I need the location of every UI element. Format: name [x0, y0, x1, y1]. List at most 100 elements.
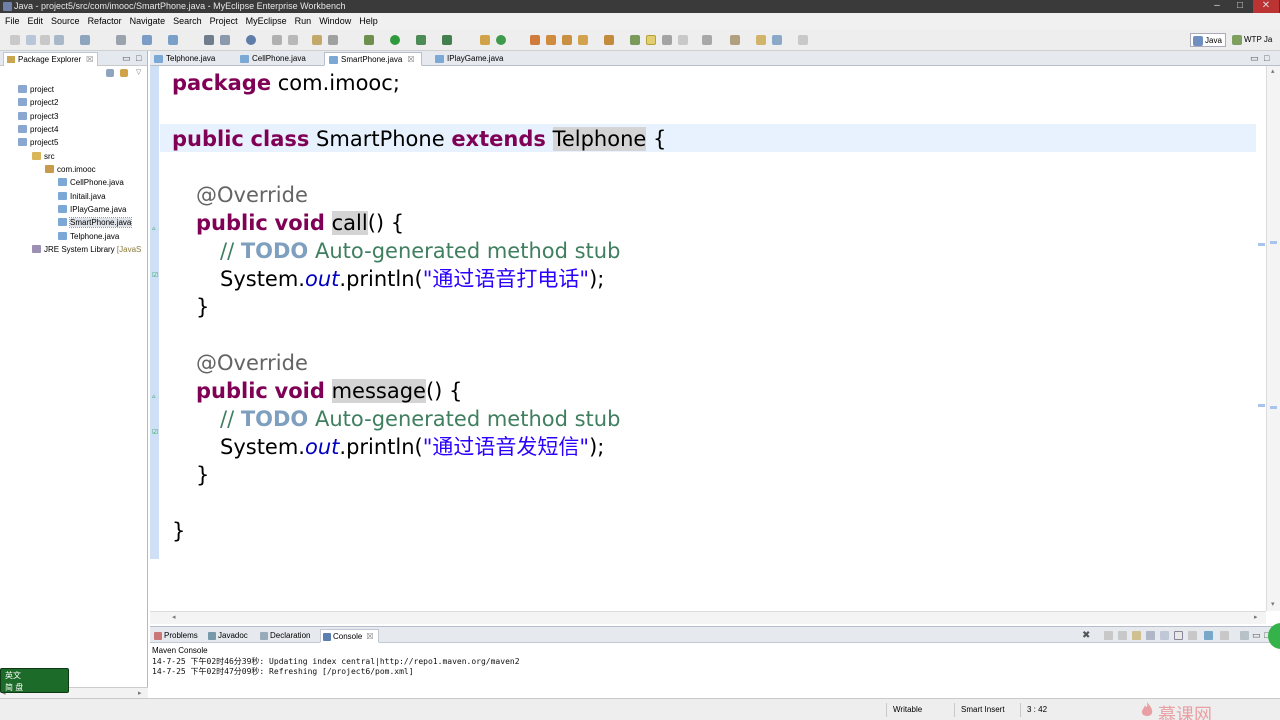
overview-marker[interactable] [1258, 243, 1265, 246]
tree-item-telphone-java[interactable]: Telphone.java [50, 230, 119, 243]
assist-bubble-icon[interactable] [1268, 623, 1280, 649]
perspective-wtp[interactable]: WTP Ja [1230, 33, 1275, 47]
new-icon[interactable] [10, 35, 20, 45]
view-menu-icon[interactable]: ▽ [136, 68, 141, 76]
menu-search[interactable]: Search [169, 13, 206, 29]
forward-icon[interactable] [798, 35, 808, 45]
menu-navigate[interactable]: Navigate [126, 13, 170, 29]
show-console-icon[interactable] [1174, 631, 1183, 640]
open-browser-icon[interactable] [168, 35, 178, 45]
previous-annotation-icon[interactable] [730, 35, 740, 45]
editor-horizontal-scrollbar[interactable]: ◂ ▸ [150, 611, 1266, 624]
back-icon[interactable] [772, 35, 782, 45]
minimize-view-icon[interactable]: ▭ [122, 53, 131, 64]
open-console-icon[interactable] [1220, 631, 1229, 640]
show-whitespace-icon[interactable] [678, 35, 688, 45]
tree-item-project[interactable]: project [10, 83, 54, 96]
search-icon[interactable] [328, 35, 338, 45]
tree-item-jre-library[interactable]: JRE System Library [JavaS [24, 243, 141, 256]
clear-console-icon[interactable] [1132, 631, 1141, 640]
tab-console[interactable]: Console ☒ [320, 629, 379, 643]
minimize-button[interactable]: – [1206, 0, 1228, 13]
tree-item-cellphone-java[interactable]: CellPhone.java [50, 176, 124, 189]
external-tools-icon[interactable] [442, 35, 452, 45]
tree-item-src[interactable]: src [24, 150, 55, 163]
ime-indicator[interactable]: 英文 简 盘 [0, 668, 69, 693]
last-edit-location-icon[interactable] [756, 35, 766, 45]
menu-edit[interactable]: Edit [24, 13, 48, 29]
tab-smartphone-java[interactable]: SmartPhone.java ☒ [324, 52, 422, 66]
menu-run[interactable]: Run [291, 13, 316, 29]
overview-ruler[interactable] [1258, 66, 1266, 611]
run-icon[interactable] [390, 35, 400, 45]
tree-item-project3[interactable]: project3 [10, 110, 58, 123]
minimize-editor-icon[interactable]: ▭ [1250, 53, 1259, 64]
scroll-up-icon[interactable]: ▴ [1271, 67, 1275, 75]
remove-launch-icon[interactable] [1104, 631, 1113, 640]
menu-file[interactable]: File [0, 13, 24, 29]
menu-help[interactable]: Help [355, 13, 382, 29]
tree-item-project4[interactable]: project4 [10, 123, 58, 136]
menu-window[interactable]: Window [315, 13, 355, 29]
override-marker-icon[interactable]: ▵ [152, 393, 159, 400]
override-marker-icon[interactable]: ▵ [152, 225, 159, 232]
menu-myeclipse[interactable]: MyEclipse [242, 13, 291, 29]
close-window-button[interactable]: ✕ [1253, 0, 1279, 13]
editor-vertical-scrollbar[interactable]: ▴ ▾ [1266, 66, 1280, 611]
open-type-icon[interactable] [204, 35, 214, 45]
menu-refactor[interactable]: Refactor [84, 13, 126, 29]
debug-icon[interactable] [364, 35, 374, 45]
maximize-editor-icon[interactable]: □ [1264, 53, 1269, 63]
open-task-icon[interactable] [562, 35, 572, 45]
new-project-icon[interactable] [80, 35, 90, 45]
scroll-down-icon[interactable]: ▾ [1271, 600, 1275, 608]
save-all-icon[interactable] [40, 35, 50, 45]
scroll-right-icon[interactable]: ▸ [138, 689, 142, 697]
package-icon[interactable] [312, 35, 322, 45]
close-icon[interactable]: ☒ [86, 55, 93, 64]
save-icon[interactable] [26, 35, 36, 45]
tree-item-project2[interactable]: project2 [10, 96, 58, 109]
toggle-mark-occurrences-icon[interactable] [630, 35, 640, 45]
display-console-icon[interactable] [1204, 631, 1213, 640]
tab-declaration[interactable]: Declaration [258, 629, 310, 643]
open-type-hierarchy-icon[interactable] [530, 35, 540, 45]
next-annotation-icon[interactable] [702, 35, 712, 45]
tab-telphone-java[interactable]: Telphone.java [150, 52, 215, 66]
tree-item-iplaygame-java[interactable]: IPlayGame.java [50, 203, 126, 216]
close-icon[interactable]: ☒ [407, 55, 414, 64]
highlight-icon[interactable] [646, 35, 656, 45]
maximize-button[interactable]: □ [1229, 0, 1251, 13]
deploy-icon[interactable] [142, 35, 152, 45]
minimize-view-icon[interactable]: ▭ [1252, 630, 1261, 641]
server-icon[interactable] [116, 35, 126, 45]
remove-all-icon[interactable] [1118, 631, 1127, 640]
close-icon[interactable]: ☒ [366, 632, 373, 641]
tab-problems[interactable]: Problems [152, 629, 198, 643]
word-wrap-icon[interactable] [1160, 631, 1169, 640]
open-resource-icon[interactable] [546, 35, 556, 45]
block-selection-icon[interactable] [662, 35, 672, 45]
tab-package-explorer[interactable]: Package Explorer ☒ [3, 52, 99, 66]
globe-icon[interactable] [246, 35, 256, 45]
print-icon[interactable] [54, 35, 64, 45]
new-class-icon[interactable] [220, 35, 230, 45]
tree-item-initail-java[interactable]: Initail.java [50, 190, 106, 203]
terminate-icon[interactable]: ✖ [1082, 630, 1090, 641]
overview-marker[interactable] [1258, 404, 1265, 407]
run-last-icon[interactable] [416, 35, 426, 45]
maximize-view-icon[interactable]: □ [136, 53, 141, 63]
editor-annotation-ruler[interactable]: ▵ ☑ ▵ ☑ [150, 66, 159, 559]
task-marker-icon[interactable]: ☑ [152, 272, 159, 279]
tree-item-com-imooc[interactable]: com.imooc [37, 163, 96, 176]
tab-cellphone-java[interactable]: CellPhone.java [236, 52, 306, 66]
link-with-editor-icon[interactable] [120, 69, 128, 77]
menu-project[interactable]: Project [206, 13, 242, 29]
pin-console-icon[interactable] [1188, 631, 1197, 640]
tree-item-project5[interactable]: project5 [10, 136, 58, 149]
scroll-right-icon[interactable]: ▸ [1254, 613, 1258, 621]
copy-icon[interactable] [288, 35, 298, 45]
task-marker-icon[interactable]: ☑ [152, 429, 159, 436]
tree-item-smartphone-java[interactable]: SmartPhone.java [50, 216, 133, 229]
new-java-project-icon[interactable] [480, 35, 490, 45]
